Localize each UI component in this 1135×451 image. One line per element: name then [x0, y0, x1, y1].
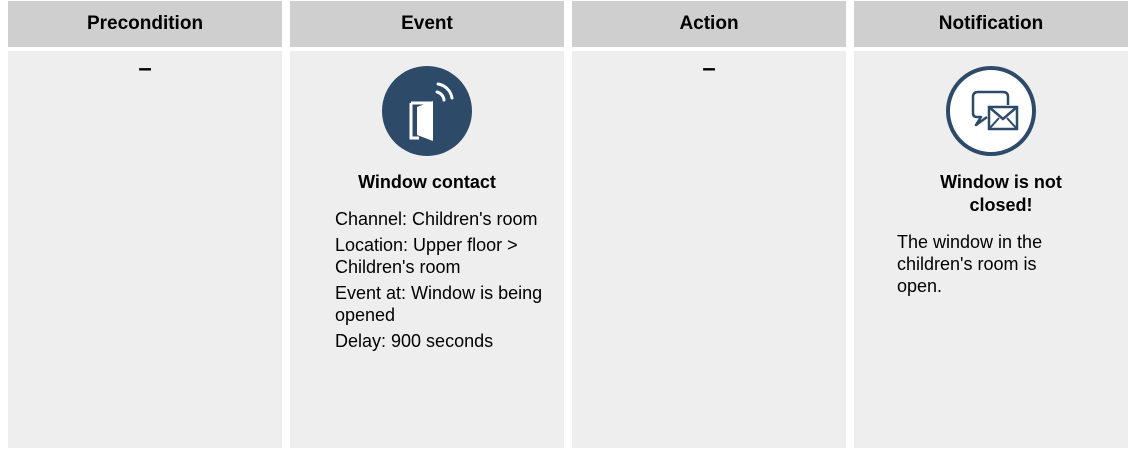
- notification-cell: Window is not closed! The window in the …: [854, 51, 1128, 448]
- event-title: Window contact: [358, 172, 496, 192]
- header-precondition: Precondition: [8, 1, 282, 51]
- rule-table: Precondition Event Action Notification –…: [8, 1, 1128, 448]
- header-event: Event: [290, 1, 564, 51]
- event-location: Location: Upper floor > Children's room: [335, 235, 518, 277]
- event-trigger: Event at: Window is being opened: [335, 283, 543, 325]
- header-notification: Notification: [854, 1, 1128, 51]
- notification-text: The window in the children's room is ope…: [897, 232, 1043, 296]
- action-cell: –: [572, 51, 846, 448]
- precondition-value: –: [138, 55, 152, 82]
- window-contact-icon: [382, 66, 472, 156]
- header-action: Action: [572, 1, 846, 51]
- event-details: Channel: Children's room Location: Upper…: [290, 208, 564, 352]
- event-channel: Channel: Children's room: [335, 209, 538, 229]
- precondition-cell: –: [8, 51, 282, 448]
- event-cell: Window contact Channel: Children's room …: [290, 51, 564, 448]
- notification-title: Window is not closed!: [940, 172, 1062, 215]
- action-value: –: [702, 55, 716, 82]
- event-delay: Delay: 900 seconds: [335, 331, 494, 351]
- message-icon: [946, 66, 1036, 156]
